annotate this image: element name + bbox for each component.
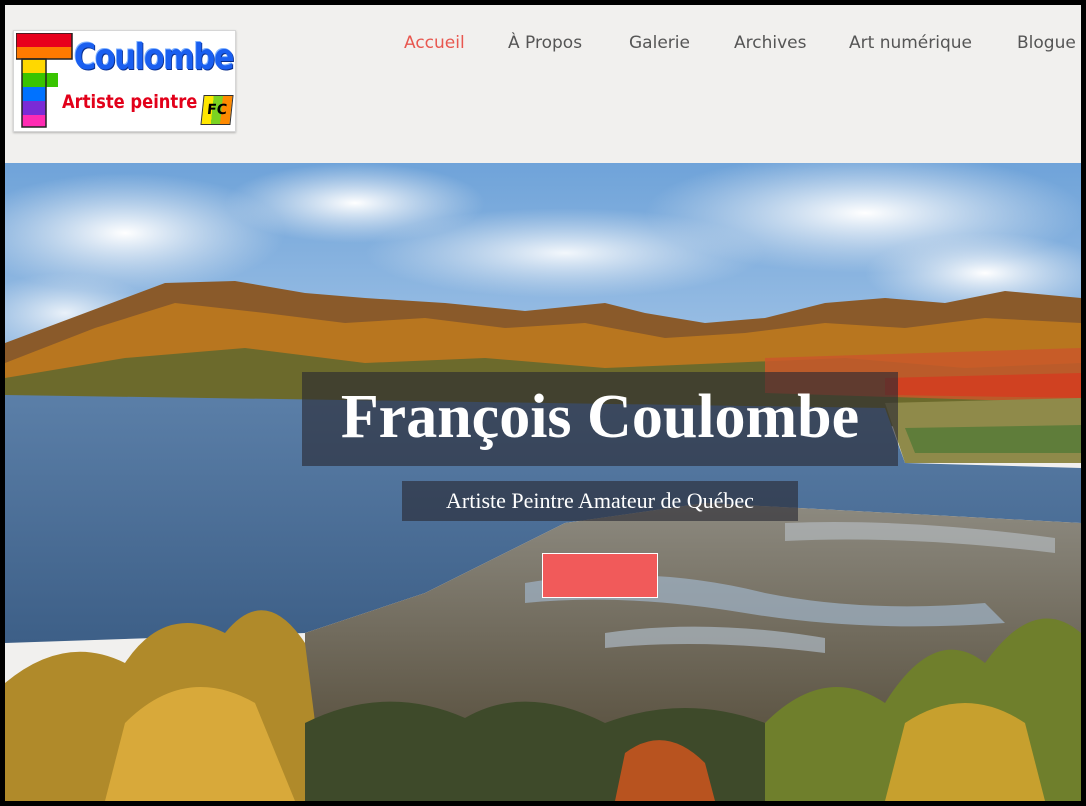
main-nav: Accueil À Propos Galerie Archives Art nu… — [5, 33, 1081, 61]
nav-art-numerique[interactable]: Art numérique — [849, 33, 972, 53]
nav-galerie[interactable]: Galerie — [629, 33, 690, 53]
nav-blogue[interactable]: Blogue — [1017, 33, 1076, 53]
nav-a-propos[interactable]: À Propos — [508, 33, 582, 53]
hero-title: François Coulombe — [340, 383, 860, 451]
hero-subtitle: Artiste Peintre Amateur de Québec — [446, 488, 754, 513]
logo-badge: FC — [200, 95, 234, 125]
hero-section: François Coulombe Artiste Peintre Amateu… — [5, 163, 1081, 801]
nav-archives[interactable]: Archives — [734, 33, 806, 53]
site-header: Coulombe Artiste peintre FC Accueil À Pr… — [5, 5, 1081, 163]
browser-viewport: Coulombe Artiste peintre FC Accueil À Pr… — [5, 5, 1081, 801]
hero-subtitle-box: Artiste Peintre Amateur de Québec — [402, 481, 798, 521]
hero-title-box: François Coulombe — [302, 372, 898, 466]
logo-subtitle: Artiste peintre — [62, 91, 198, 113]
hero-cta-button[interactable] — [542, 553, 658, 598]
nav-accueil[interactable]: Accueil — [404, 33, 465, 53]
